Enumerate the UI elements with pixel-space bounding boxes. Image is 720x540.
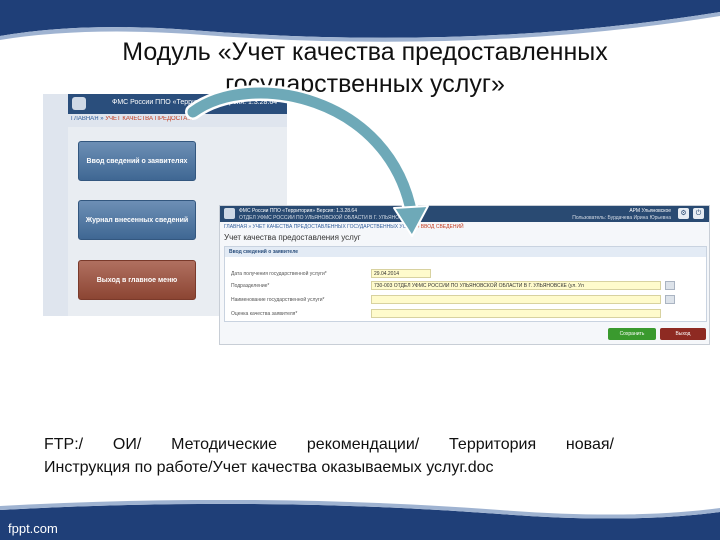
file-path-line-2: Инструкция по работе/Учет качества оказы… (44, 459, 494, 476)
slide-title-line-1: Модуль «Учет качества предоставленных (122, 38, 608, 66)
file-path-line-1: FTP:/ ОИ/ Методические рекомендации/ Тер… (44, 436, 614, 453)
app-header: ФМС России ППО «Территория» Версия: 1.3.… (220, 206, 709, 222)
panel-title: Ввод сведений о заявителе (225, 247, 706, 257)
file-path-text: FTP:/ ОИ/ Методические рекомендации/ Тер… (44, 433, 614, 479)
service-date-field[interactable]: 29.04.2014 (371, 269, 431, 278)
lookup-icon[interactable] (665, 281, 675, 290)
breadcrumb: ГЛАВНАЯ » УЧЕТ КАЧЕСТВА ПРЕДОСТА... (68, 116, 287, 126)
quality-rating-field[interactable] (371, 309, 661, 318)
data-entry-form-screenshot: ФМС России ППО «Территория» Версия: 1.3.… (219, 205, 710, 345)
app-header-department: ОТДЕЛ УФМС РОССИИ ПО УЛЬЯНОВСКОЙ ОБЛАСТИ… (239, 215, 413, 221)
power-icon[interactable]: ⏻ (693, 208, 704, 219)
breadcrumb-module-link[interactable]: УЧЕТ КАЧЕСТВА ПРЕДОСТАВЛЕННЫХ ГОСУДАРСТВ… (253, 224, 416, 230)
app-header-title: ФМС России ППО «Территория» Версия: 1.3.… (239, 208, 357, 214)
breadcrumb-current: УЧЕТ КАЧЕСТВА ПРЕДОСТА... (105, 116, 193, 122)
lookup-icon[interactable] (665, 295, 675, 304)
slide-title: Модуль «Учет качества предоставленных го… (60, 36, 670, 100)
breadcrumb: ГЛАВНАЯ » УЧЕТ КАЧЕСТВА ПРЕДОСТАВЛЕННЫХ … (224, 224, 464, 230)
app-header-title: ФМС России ППО «Территория» Версия: 1.3.… (112, 99, 278, 106)
service-date-label: Дата получения государственной услуги* (231, 271, 327, 277)
breadcrumb-home-link[interactable]: ГЛАВНАЯ (71, 116, 99, 122)
exit-button[interactable]: Выход (660, 328, 706, 340)
quality-rating-label: Оценка качества заявителя* (231, 311, 298, 317)
save-button[interactable]: Сохранить (608, 328, 656, 340)
applicant-form-panel: Ввод сведений о заявителе Дата получения… (224, 246, 707, 322)
workstation-label: АРМ Ульяновское (629, 208, 671, 214)
department-label: Подразделение* (231, 283, 270, 289)
page-title: Учет качества предоставления услуг (224, 233, 361, 242)
entries-journal-button[interactable]: Журнал внесенных сведений (78, 200, 196, 240)
service-name-label: Наименование государственной услуги* (231, 297, 325, 303)
breadcrumb-current: » ВВОД СВЕДЕНИЙ (415, 224, 464, 230)
app-header: ФМС России ППО «Территория» Версия: 1.3.… (68, 94, 287, 114)
enter-applicant-info-button[interactable]: Ввод сведений о заявителях (78, 141, 196, 181)
gear-icon[interactable]: ⚙ (678, 208, 689, 219)
department-field[interactable]: 730-003 ОТДЕЛ УФМС РОССИИ ПО УЛЬЯНОВСКОЙ… (371, 281, 661, 290)
footer-watermark: fppt.com (8, 521, 58, 536)
slide-bottom-band (0, 500, 720, 540)
exit-to-main-menu-button[interactable]: Выход в главное меню (78, 260, 196, 300)
service-name-field[interactable] (371, 295, 661, 304)
user-label: Пользователь: Бурдачева Ирина Юрьевна (572, 215, 671, 221)
emblem-icon (224, 208, 235, 219)
emblem-icon (72, 97, 86, 110)
breadcrumb-home-link[interactable]: ГЛАВНАЯ (224, 224, 247, 230)
